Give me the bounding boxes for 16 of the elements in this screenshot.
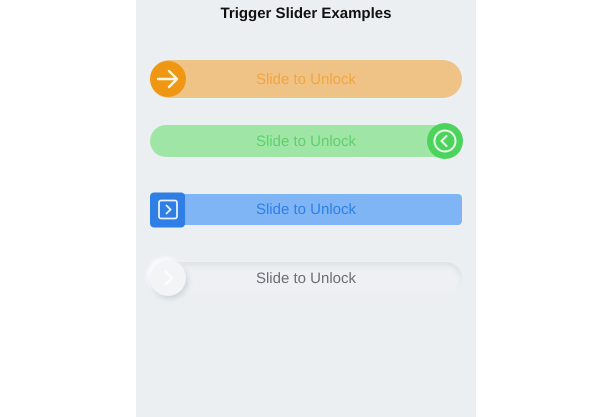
slider-label: Slide to Unlock: [256, 270, 356, 286]
slider-label: Slide to Unlock: [256, 201, 356, 218]
slider-label: Slide to Unlock: [256, 70, 356, 88]
slider-handle[interactable]: [150, 192, 185, 227]
slider-track[interactable]: Slide to Unlock: [150, 60, 462, 98]
slider-track[interactable]: Slide to Unlock: [150, 125, 462, 157]
slider-track[interactable]: Slide to Unlock: [150, 194, 462, 225]
slider-handle[interactable]: [150, 260, 186, 296]
slider-handle[interactable]: [150, 61, 186, 97]
page-title: Trigger Slider Examples: [220, 5, 392, 22]
chevron-left-circle-icon: [433, 129, 457, 153]
chevron-right-square-icon: [158, 200, 178, 220]
slider-handle[interactable]: [427, 123, 463, 159]
slider-label: Slide to Unlock: [256, 132, 356, 150]
slider-track[interactable]: Slide to Unlock: [150, 262, 462, 294]
arrow-right-icon: [156, 69, 180, 89]
